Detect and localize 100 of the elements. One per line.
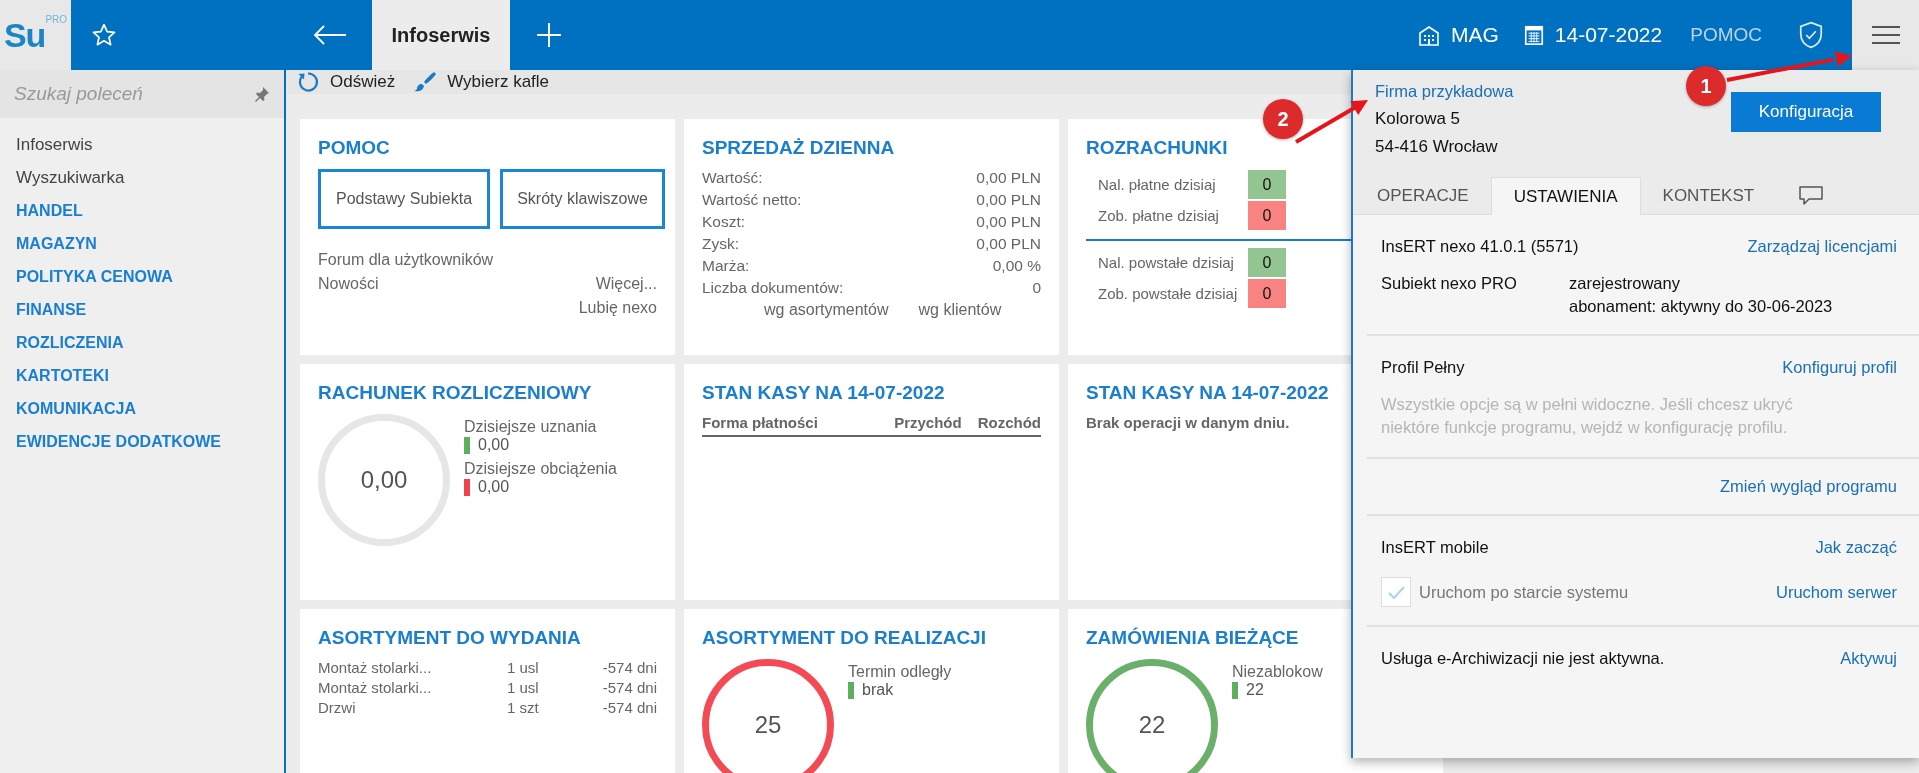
legend-value: 22 bbox=[1246, 681, 1264, 699]
sales-value: 0,00 PLN bbox=[976, 213, 1041, 232]
tile-title[interactable]: RACHUNEK ROZLICZENIOWY bbox=[318, 382, 592, 404]
tile-title[interactable]: ROZRACHUNKI bbox=[1086, 137, 1228, 159]
sales-label: Marża: bbox=[702, 257, 750, 276]
item-quantity: 1 usl bbox=[507, 679, 540, 698]
ring-gauge: 22 bbox=[1086, 659, 1218, 773]
company-city: 54-416 Wrocław bbox=[1375, 137, 1499, 157]
pin-icon[interactable] bbox=[254, 86, 270, 102]
back-arrow-icon[interactable] bbox=[313, 25, 347, 45]
sales-value: 0,00 PLN bbox=[976, 191, 1041, 210]
empty-message: Brak operacji w danym dniu. bbox=[1086, 414, 1290, 431]
plus-icon[interactable] bbox=[536, 22, 562, 48]
toolbar-button[interactable]: Wybierz kafle bbox=[413, 70, 550, 94]
activate-link[interactable]: Aktywuj bbox=[1840, 649, 1897, 668]
document-tab[interactable]: Infoserwis bbox=[372, 0, 510, 70]
tile-title[interactable]: POMOC bbox=[318, 137, 390, 159]
legend-value: brak bbox=[862, 681, 894, 699]
profile-note: Wszystkie opcje są w pełni widoczne. Jeśli chcesz ukryć niektóre funkcje programu, wejdź w konfigurację profilu. bbox=[1381, 394, 1794, 438]
tile-title[interactable]: ASORTYMENT DO REALIZACJI bbox=[702, 627, 986, 649]
sidebar-item[interactable]: Infoserwis bbox=[0, 128, 284, 161]
sales-value: 0,00 % bbox=[992, 257, 1041, 276]
tile-title[interactable]: STAN KASY NA 14-07-2022 bbox=[702, 382, 945, 404]
configuration-button[interactable]: Konfiguracja bbox=[1731, 92, 1881, 132]
toolbar-button[interactable]: Odśwież bbox=[296, 70, 396, 94]
help-link[interactable]: Nowości bbox=[318, 275, 379, 299]
ring-gauge: 0,00 bbox=[318, 414, 450, 546]
item-name: Montaż stolarki... bbox=[318, 679, 433, 698]
sidebar-item[interactable]: KARTOTEKI bbox=[0, 359, 284, 392]
panel-tab[interactable]: KONTEKST bbox=[1640, 177, 1777, 214]
legend-value: 0,00 bbox=[478, 436, 510, 454]
item-days: -574 dni bbox=[587, 659, 657, 679]
ring-gauge: 25 bbox=[702, 659, 834, 773]
help-button[interactable]: Podstawy Subiekta bbox=[318, 169, 490, 229]
sidebar-item[interactable]: EWIDENCJE DODATKOWE bbox=[0, 425, 284, 458]
tile-title[interactable]: SPRZEDAŻ DZIENNA bbox=[702, 137, 895, 159]
company-link[interactable]: Firma przykładowa bbox=[1375, 82, 1514, 101]
tile-title[interactable]: STAN KASY NA 14-07-2022 bbox=[1086, 382, 1329, 404]
help-link[interactable]: Forum dla użytkowników bbox=[318, 251, 494, 275]
search-field[interactable]: Szukaj poleceń bbox=[0, 70, 284, 118]
sidebar-item[interactable]: Wyszukiwarka bbox=[0, 161, 284, 194]
settlement-label: Nal. powstałe dzisiaj bbox=[1098, 254, 1234, 271]
refresh-icon bbox=[296, 70, 320, 94]
help-button[interactable]: Skróty klawiszowe bbox=[500, 169, 665, 229]
menu-icon[interactable] bbox=[1871, 25, 1900, 45]
legend-label: Termin odległy bbox=[848, 663, 952, 681]
help-link[interactable]: Więcej... bbox=[595, 275, 657, 299]
settlement-value[interactable]: 0 bbox=[1248, 248, 1286, 277]
brush-icon bbox=[413, 70, 438, 94]
help-link[interactable]: POMOC bbox=[1690, 24, 1762, 46]
panel-tab[interactable]: USTAWIENIA bbox=[1490, 177, 1641, 215]
appearance-link[interactable]: Zmień wygląd programu bbox=[1720, 477, 1897, 496]
sales-label: Wartość netto: bbox=[702, 191, 802, 210]
sales-link[interactable]: wg klientów bbox=[918, 301, 1002, 319]
settlement-value[interactable]: 0 bbox=[1248, 170, 1286, 199]
item-name: Drzwi bbox=[318, 699, 357, 718]
licenses-link[interactable]: Zarządzaj licencjami bbox=[1747, 237, 1897, 256]
version-label: InsERT nexo 41.0.1 (5571) bbox=[1381, 237, 1579, 256]
start-server-link[interactable]: Uruchom serwer bbox=[1775, 582, 1897, 602]
sales-link[interactable]: wg asortymentów bbox=[764, 301, 889, 319]
column-header: Rozchód bbox=[977, 414, 1041, 431]
getting-started-link[interactable]: Jak zacząć bbox=[1815, 538, 1897, 557]
product-status: zarejestrowany bbox=[1569, 274, 1681, 293]
settlement-value[interactable]: 0 bbox=[1248, 201, 1286, 230]
star-icon[interactable] bbox=[91, 22, 117, 48]
tile-title[interactable]: ZAMÓWIENIA BIEŻĄCE bbox=[1086, 627, 1299, 649]
settlement-label: Zob. płatne dzisiaj bbox=[1098, 207, 1219, 224]
sidebar-item[interactable]: ROZLICZENIA bbox=[0, 326, 284, 359]
item-days: -574 dni bbox=[587, 679, 657, 699]
sidebar-item[interactable]: KOMUNIKACJA bbox=[0, 392, 284, 425]
settlement-label: Zob. powstałe dzisiaj bbox=[1098, 285, 1238, 302]
sales-label: Wartość: bbox=[702, 169, 763, 188]
sidebar-item[interactable]: MAGAZYN bbox=[0, 227, 284, 260]
settlement-value[interactable]: 0 bbox=[1248, 279, 1286, 308]
item-name: Montaż stolarki... bbox=[318, 659, 433, 678]
sidebar-item[interactable]: FINANSE bbox=[0, 293, 284, 326]
warehouse-label[interactable]: MAG bbox=[1450, 23, 1499, 47]
tile-title[interactable]: ASORTYMENT DO WYDANIA bbox=[318, 627, 581, 649]
sales-value: 0,00 PLN bbox=[976, 169, 1041, 188]
sales-value: 0,00 PLN bbox=[976, 235, 1041, 254]
profile-link[interactable]: Konfiguruj profil bbox=[1782, 358, 1897, 377]
date-label[interactable]: 14-07-2022 bbox=[1554, 23, 1663, 47]
shield-check-icon[interactable] bbox=[1798, 21, 1824, 49]
legend-label: Niezablokow bbox=[1232, 663, 1323, 681]
speech-bubble-icon bbox=[1798, 184, 1825, 207]
help-link[interactable]: Lubię nexo bbox=[578, 299, 657, 323]
sales-label: Liczba dokumentów: bbox=[702, 279, 844, 298]
legend-label: Dzisiejsze obciążenia bbox=[464, 460, 617, 478]
building-icon bbox=[1416, 23, 1441, 47]
settlement-label: Nal. płatne dzisiaj bbox=[1098, 176, 1216, 193]
sidebar-item[interactable]: HANDEL bbox=[0, 194, 284, 227]
item-quantity: 1 szt bbox=[507, 699, 540, 718]
column-header: Forma płatności bbox=[702, 414, 819, 431]
legend-value: 0,00 bbox=[478, 478, 510, 496]
archive-status: Usługa e-Archiwizacji nie jest aktywna. bbox=[1381, 649, 1665, 668]
calendar-icon bbox=[1522, 24, 1545, 46]
panel-tab[interactable]: OPERACJE bbox=[1355, 177, 1491, 214]
profile-name: Profil Pełny bbox=[1381, 358, 1465, 377]
sidebar-item[interactable]: POLITYKA CENOWA bbox=[0, 260, 284, 293]
sales-label: Zysk: bbox=[702, 235, 740, 254]
